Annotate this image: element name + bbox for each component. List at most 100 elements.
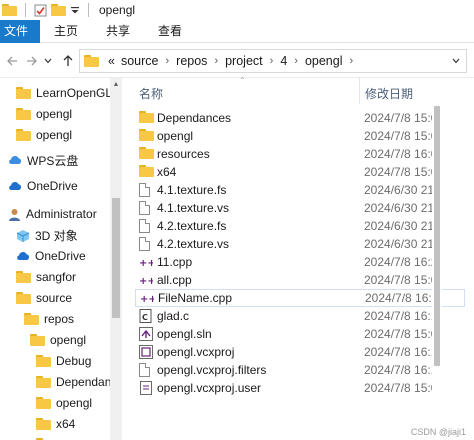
- properties-icon[interactable]: [34, 4, 47, 17]
- list-item[interactable]: ++ all.cpp 2024/7/8 15:0: [135, 271, 465, 289]
- arrow-right-icon: [27, 56, 37, 65]
- list-item[interactable]: 4.2.texture.fs 2024/6/30 21:: [135, 217, 465, 235]
- nav-item-sangfor[interactable]: sangfor: [16, 267, 76, 287]
- scrollbar-thumb[interactable]: [434, 106, 440, 366]
- customize-dropdown-icon[interactable]: [70, 4, 80, 17]
- breadcrumb-opengl[interactable]: opengl: [302, 54, 346, 68]
- tab-home[interactable]: 主页: [40, 20, 92, 43]
- folder-icon[interactable]: [2, 4, 17, 16]
- navigation-pane: LearnOpenGL- opengl opengl WPS云盘 OneDriv…: [0, 78, 122, 440]
- nav-item-learnopengl[interactable]: LearnOpenGL-: [16, 83, 116, 103]
- file-name: Dependances: [157, 111, 232, 125]
- list-item[interactable]: 4.2.texture.vs 2024/6/30 21:: [135, 235, 465, 253]
- breadcrumb-overflow[interactable]: «: [105, 54, 118, 68]
- breadcrumb-repos[interactable]: repos: [173, 54, 210, 68]
- watermark: CSDN @jiaji1: [410, 427, 466, 437]
- forward-button[interactable]: [22, 47, 42, 75]
- list-item[interactable]: ++ 11.cpp 2024/7/8 16:2: [135, 253, 465, 271]
- scrollbar-thumb[interactable]: [112, 198, 120, 318]
- chevron-right-icon[interactable]: ›: [161, 55, 173, 67]
- file-icon: [139, 219, 153, 233]
- breadcrumb-project[interactable]: project: [222, 54, 266, 68]
- list-item[interactable]: opengl.sln 2024/7/8 15:0: [135, 325, 465, 343]
- list-item[interactable]: opengl 2024/7/8 15:0: [135, 127, 465, 145]
- cpp-file-icon: ++: [139, 276, 153, 287]
- nav-item-label: Administrator: [26, 207, 97, 221]
- file-date: 2024/7/8 16:0: [364, 147, 436, 161]
- svg-text:C: C: [142, 313, 148, 322]
- list-item[interactable]: x64 2024/7/8 15:0: [135, 163, 465, 181]
- file-name: 4.2.texture.vs: [157, 237, 230, 251]
- nav-item-opengl[interactable]: opengl: [36, 393, 92, 413]
- tab-file[interactable]: 文件: [0, 19, 41, 43]
- file-date: 2024/7/8 15:0: [364, 273, 436, 287]
- file-list-scrollbar[interactable]: [432, 86, 442, 440]
- nav-item-administrator[interactable]: Administrator: [8, 204, 97, 224]
- breadcrumb-4[interactable]: 4: [277, 54, 290, 68]
- cpp-file-icon: ++: [140, 294, 154, 305]
- list-item-selected[interactable]: ++ FileName.cpp 2024/7/8 16:2: [135, 289, 465, 307]
- nav-item-opengl[interactable]: opengl: [16, 104, 72, 124]
- file-name: opengl.sln: [157, 327, 212, 341]
- list-item[interactable]: 4.1.texture.vs 2024/6/30 21:: [135, 199, 465, 217]
- nav-item-label: source: [36, 291, 73, 305]
- nav-item-source[interactable]: source: [16, 288, 72, 308]
- back-button[interactable]: [2, 47, 22, 75]
- folder-icon: [139, 147, 154, 161]
- file-date: 2024/7/8 16:2: [365, 291, 437, 305]
- address-bar[interactable]: « source › repos › project › 4 › opengl …: [79, 49, 467, 73]
- list-item[interactable]: resources 2024/7/8 16:0: [135, 145, 465, 163]
- breadcrumb-source[interactable]: source: [118, 54, 162, 68]
- navigation-pane-scrollbar[interactable]: ▲: [110, 78, 122, 440]
- file-name: 4.2.texture.fs: [157, 219, 227, 233]
- quick-access-toolbar: [0, 3, 93, 17]
- folder-icon: [16, 129, 31, 141]
- arrow-up-icon: [63, 55, 73, 66]
- nav-item-label: LearnOpenGL-: [36, 86, 117, 100]
- list-item[interactable]: opengl.vcxproj.user 2024/7/8 15:0: [135, 379, 465, 397]
- nav-item-partial[interactable]: [36, 434, 56, 440]
- file-date: 2024/6/30 21:: [364, 237, 436, 251]
- new-folder-icon[interactable]: [51, 4, 66, 16]
- nav-item-x64[interactable]: x64: [36, 414, 75, 434]
- file-date: 2024/6/30 21:: [364, 219, 436, 233]
- file-date: 2024/7/8 15:0: [364, 381, 436, 395]
- column-date-modified[interactable]: 修改日期: [365, 85, 413, 102]
- nav-item-3d-objects[interactable]: 3D 对象: [16, 225, 78, 245]
- list-item[interactable]: 4.1.texture.fs 2024/6/30 21:: [135, 181, 465, 199]
- folder-icon: [36, 397, 51, 409]
- file-name: opengl.vcxproj: [157, 345, 235, 359]
- chevron-down-icon: [452, 58, 460, 64]
- nav-item-onedrive[interactable]: OneDrive: [8, 176, 78, 196]
- nav-item-wps-cloud[interactable]: WPS云盘: [8, 150, 78, 170]
- navigation-bar: « source › repos › project › 4 › opengl …: [0, 44, 474, 78]
- address-dropdown-button[interactable]: [446, 50, 466, 72]
- file-date: 2024/7/8 16:1: [364, 345, 436, 359]
- recent-locations-button[interactable]: [42, 47, 54, 75]
- list-item[interactable]: Dependances 2024/7/8 15:0: [135, 109, 465, 127]
- window-title: opengl: [99, 3, 136, 17]
- chevron-right-icon[interactable]: ›: [210, 55, 222, 67]
- column-divider[interactable]: [359, 78, 360, 104]
- file-name: opengl.vcxproj.filters: [157, 363, 267, 377]
- up-button[interactable]: [58, 47, 78, 75]
- chevron-right-icon[interactable]: ›: [345, 55, 357, 67]
- ribbon-tabs: 文件 主页 共享 查看: [0, 19, 474, 43]
- scroll-up-icon[interactable]: ▲: [110, 78, 122, 90]
- divider: [88, 3, 89, 17]
- chevron-right-icon[interactable]: ›: [266, 55, 278, 67]
- list-item[interactable]: C glad.c 2024/7/8 16:1: [135, 307, 465, 325]
- list-item[interactable]: opengl.vcxproj 2024/7/8 16:1: [135, 343, 465, 361]
- nav-item-repos[interactable]: repos: [24, 309, 74, 329]
- tab-view[interactable]: 查看: [144, 20, 196, 43]
- nav-item-opengl[interactable]: opengl: [30, 330, 86, 350]
- nav-item-opengl[interactable]: opengl: [16, 125, 72, 145]
- list-item[interactable]: opengl.vcxproj.filters 2024/7/8 16:1: [135, 361, 465, 379]
- nav-item-label: sangfor: [36, 270, 77, 284]
- chevron-right-icon[interactable]: ›: [290, 55, 302, 67]
- nav-item-dependances[interactable]: Dependan: [36, 372, 111, 392]
- column-name[interactable]: 名称: [139, 85, 163, 102]
- tab-share[interactable]: 共享: [92, 20, 144, 43]
- nav-item-onedrive[interactable]: OneDrive: [16, 246, 86, 266]
- nav-item-debug[interactable]: Debug: [36, 351, 91, 371]
